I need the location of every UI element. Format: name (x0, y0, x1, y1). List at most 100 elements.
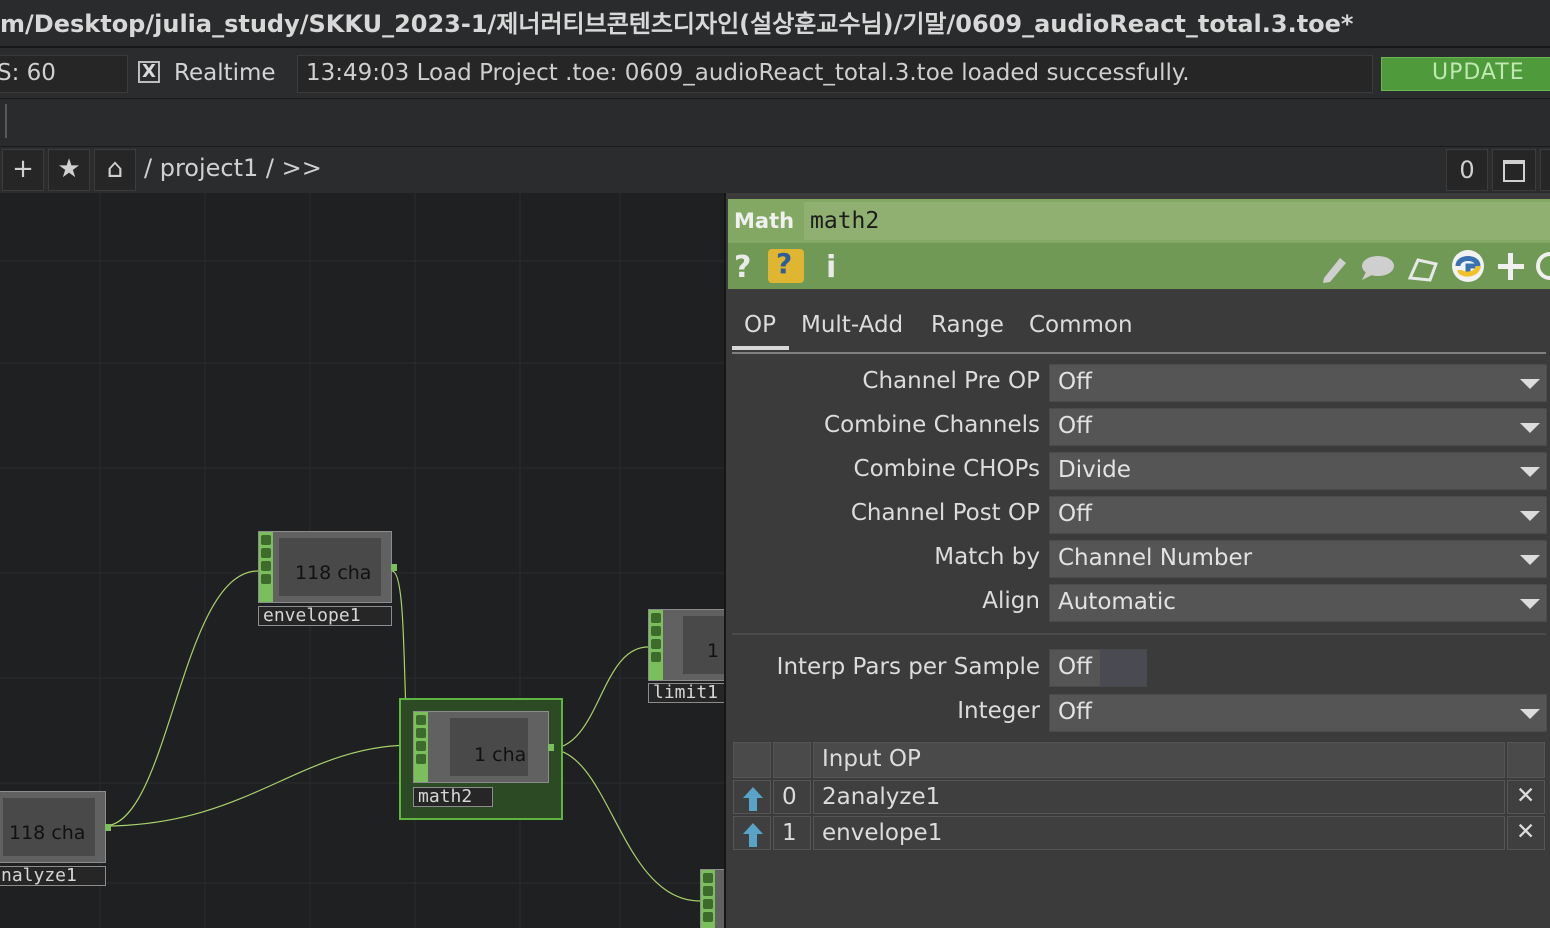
node-analyze1[interactable]: 118 cha (0, 791, 111, 863)
wire-analyze-to-envelope (103, 570, 259, 827)
param-label-combine-channels: Combine Channels (824, 412, 1040, 438)
delete-row-button[interactable]: ✕ (1507, 816, 1545, 850)
add-icon[interactable]: + (2, 149, 44, 191)
delete-row-button[interactable]: ✕ (1507, 780, 1545, 814)
maximize-icon[interactable] (1492, 149, 1536, 191)
node-flags[interactable] (701, 870, 715, 928)
op-name-field[interactable]: math2 (804, 202, 1550, 240)
op-name: math2 (810, 208, 880, 234)
node-label-limit1[interactable]: limit1 (648, 683, 724, 703)
info-icon[interactable]: i (826, 250, 836, 285)
chevron-down-icon (1520, 379, 1540, 389)
param-menu-align[interactable]: Automatic (1049, 584, 1547, 622)
close-icon: ✕ (1516, 819, 1536, 845)
move-up-button[interactable] (733, 780, 771, 814)
pencil-icon[interactable] (1323, 258, 1346, 283)
param-menu-integer[interactable]: Off (1049, 694, 1547, 732)
realtime-checkbox[interactable]: X (138, 61, 160, 83)
status-message-field: 13:49:03 Load Project .toe: 0609_audioRe… (297, 55, 1373, 93)
node-flags[interactable] (649, 610, 663, 680)
toggle-knob (1100, 650, 1146, 686)
clone-icon[interactable] (1407, 258, 1439, 282)
window-title-bar: m/Desktop/julia_study/SKKU_2023-1/제너러티브콘… (0, 0, 1550, 48)
param-menu-combine-channels[interactable]: Off (1049, 408, 1547, 446)
pathbar-end-button[interactable] (1540, 149, 1550, 191)
menu-value: Automatic (1058, 589, 1176, 615)
status-message: 13:49:03 Load Project .toe: 0609_audioRe… (306, 60, 1190, 86)
arrow-up-icon (743, 823, 763, 847)
menu-value: Off (1058, 369, 1092, 395)
node-output-port[interactable] (391, 564, 397, 571)
chevron-down-icon (1520, 709, 1540, 719)
node-flags[interactable] (414, 712, 428, 782)
param-label-integer: Integer (957, 698, 1040, 724)
table-row-input-op[interactable]: 2analyze1 (813, 780, 1505, 814)
help-icon[interactable]: ? (734, 250, 751, 285)
node-label-envelope1[interactable]: envelope1 (258, 606, 392, 626)
network-editor[interactable]: 118 cha envelope1 1 cha math2 1 limit1 1… (0, 193, 724, 928)
menu-value: Channel Number (1058, 545, 1253, 571)
panel-header: Math math2 (728, 199, 1550, 243)
node-channel-count: 118 cha (295, 562, 372, 584)
secondary-toolbar (0, 98, 1550, 147)
node-output-port[interactable] (548, 744, 554, 751)
python-help-glyph: ? (776, 247, 793, 280)
op-type-label: Math (734, 209, 795, 233)
node-channel-count: 1 (707, 640, 720, 662)
menu-value: Off (1058, 501, 1092, 527)
node-envelope1[interactable]: 118 cha (258, 531, 397, 603)
node-label-math2[interactable]: math2 (413, 787, 493, 807)
arrow-up-icon (743, 787, 763, 811)
table-header-label: Input OP (822, 746, 921, 772)
network-counter[interactable]: 0 (1446, 149, 1488, 191)
add-icon[interactable] (1498, 253, 1524, 280)
python-icon[interactable] (1452, 250, 1484, 282)
param-toggle-interp-pars[interactable]: Off (1049, 649, 1147, 687)
toolbar-handle[interactable] (0, 104, 7, 138)
tab-mult-add[interactable]: Mult-Add (801, 312, 903, 338)
param-label-channel-post-op: Channel Post OP (850, 500, 1040, 526)
param-label-interp-pars: Interp Pars per Sample (776, 654, 1040, 680)
tab-op[interactable]: OP (744, 312, 776, 338)
wire-analyze-to-math (103, 744, 414, 827)
star-icon[interactable]: ★ (48, 149, 90, 191)
fps-field[interactable]: S: 60 (0, 55, 128, 93)
param-menu-channel-pre-op[interactable]: Off (1049, 364, 1547, 402)
update-button[interactable]: UPDATE (1381, 57, 1550, 91)
param-label-channel-pre-op: Channel Pre OP (862, 368, 1040, 394)
chevron-down-icon (1520, 423, 1540, 433)
tab-range[interactable]: Range (931, 312, 1004, 338)
menu-value: Divide (1058, 457, 1131, 483)
table-header-input-op: Input OP (813, 742, 1505, 778)
table-row-index: 0 (773, 780, 811, 814)
wire-math-to-limit (548, 646, 649, 750)
node-offscreen[interactable] (700, 869, 724, 928)
param-menu-match-by[interactable]: Channel Number (1049, 540, 1547, 578)
tab-common[interactable]: Common (1029, 312, 1133, 338)
panel-tool-icons (1323, 250, 1550, 283)
comment-icon[interactable] (1362, 256, 1394, 280)
network-path[interactable]: / project1 / >> (144, 154, 322, 182)
table-row-input-op[interactable]: envelope1 (813, 816, 1505, 850)
fps-text: S: 60 (0, 60, 56, 86)
settings-icon[interactable] (1536, 252, 1550, 280)
realtime-label: Realtime (174, 60, 276, 86)
node-output-port[interactable] (105, 824, 111, 831)
node-math2[interactable]: 1 cha (413, 711, 554, 783)
node-flags[interactable] (259, 532, 273, 602)
active-tab-indicator (732, 346, 789, 350)
menu-value: Off (1058, 699, 1092, 725)
param-menu-combine-chops[interactable]: Divide (1049, 452, 1547, 490)
close-icon: ✕ (1516, 783, 1536, 809)
node-channel-count: 1 cha (474, 744, 527, 766)
row-index: 1 (782, 820, 797, 846)
chevron-down-icon (1520, 555, 1540, 565)
python-help-icon[interactable]: ? (768, 247, 804, 283)
move-up-button[interactable] (733, 816, 771, 850)
home-icon[interactable]: ⌂ (94, 149, 136, 191)
node-label-analyze1[interactable]: nalyze1 (0, 866, 106, 886)
param-menu-channel-post-op[interactable]: Off (1049, 496, 1547, 534)
row-op: envelope1 (822, 820, 943, 846)
chevron-down-icon (1520, 511, 1540, 521)
node-limit1[interactable]: 1 (648, 609, 724, 681)
